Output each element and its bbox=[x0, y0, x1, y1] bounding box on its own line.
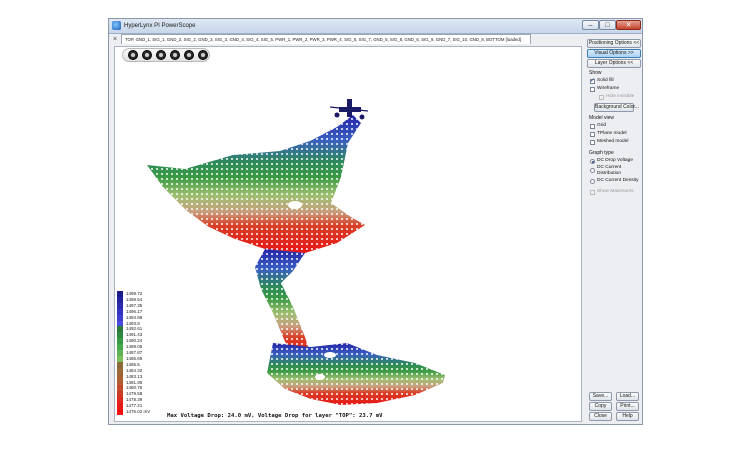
voltage-drop-3d-model bbox=[147, 99, 445, 405]
voltage-drop-status: Max Voltage Drop: 24.0 mV, Voltage Drop … bbox=[167, 413, 383, 419]
powerscope-window: HyperLynx PI PowerScope – □ ✕ × TOP, GND… bbox=[108, 18, 643, 425]
minimize-button[interactable]: – bbox=[582, 20, 599, 30]
dc-current-density-radio[interactable] bbox=[590, 179, 595, 184]
solid-fill-checkbox[interactable] bbox=[590, 77, 595, 84]
app-icon bbox=[112, 21, 121, 30]
solid-fill-label: Solid fill bbox=[597, 78, 614, 83]
grid-checkbox[interactable] bbox=[590, 124, 595, 129]
hide-invisible-label: Hide invisible bbox=[606, 94, 635, 99]
window-title: HyperLynx PI PowerScope bbox=[124, 23, 196, 29]
connector-component bbox=[329, 99, 369, 120]
wireframe-label: Wireframe bbox=[597, 86, 620, 91]
visual-options-button[interactable]: Visual Options >> bbox=[587, 49, 641, 58]
dc-current-distribution-label-2: Distribution bbox=[597, 171, 621, 176]
help-button[interactable]: Help bbox=[616, 412, 639, 421]
background-color-button[interactable]: Background Color... bbox=[594, 103, 639, 112]
legend-entry: 1476.02 mV bbox=[117, 409, 167, 417]
show-section-label: Show bbox=[589, 70, 602, 76]
close-window-button[interactable]: ✕ bbox=[616, 20, 641, 30]
wireframe-checkbox[interactable] bbox=[590, 87, 595, 92]
grid-label: Grid bbox=[597, 123, 607, 128]
dc-drop-voltage-radio[interactable] bbox=[590, 159, 595, 164]
dc-drop-voltage-label: DC Drop Voltage bbox=[597, 158, 633, 163]
tab-layer-stack[interactable]: TOP, GND_1, SIG_1, GND_2, SIG_2, GND_3, … bbox=[121, 34, 531, 44]
positioning-options-button[interactable]: Positioning Options << bbox=[587, 39, 641, 48]
maximize-button[interactable]: □ bbox=[599, 20, 616, 30]
tab-close-icon[interactable]: × bbox=[113, 35, 117, 44]
dc-current-density-label: DC Current Density bbox=[597, 178, 639, 183]
load-button[interactable]: Load... bbox=[616, 392, 639, 401]
print-button[interactable]: Print... bbox=[616, 402, 639, 411]
hide-invisible-checkbox[interactable] bbox=[599, 95, 604, 100]
copy-button[interactable]: Copy bbox=[589, 402, 612, 411]
model-view-label: Model view bbox=[589, 115, 615, 121]
graph-type-label: Graph type bbox=[589, 150, 614, 156]
show-maximums-checkbox[interactable] bbox=[590, 190, 595, 195]
close-button[interactable]: Close bbox=[589, 412, 612, 421]
meshed-model-label: Meshed model bbox=[597, 139, 629, 144]
tab-bar: × TOP, GND_1, SIG_1, GND_2, SIG_2, GND_3… bbox=[109, 34, 579, 45]
tplane-model-checkbox[interactable] bbox=[590, 132, 595, 137]
legend-value: 1476.02 mV bbox=[126, 409, 151, 415]
legend-swatch bbox=[117, 409, 123, 416]
dc-current-distribution-radio[interactable] bbox=[590, 168, 595, 173]
tplane-model-label: TPlane model bbox=[597, 131, 627, 136]
3d-viewport[interactable]: 1499.72 1498.54 1497.35 1496.17 1494.98 1493.… bbox=[114, 46, 582, 422]
layer-options-button[interactable]: Layer Options << bbox=[587, 59, 641, 68]
options-panel: Positioning Options << Visual Options >>… bbox=[587, 39, 642, 424]
meshed-model-checkbox[interactable] bbox=[590, 140, 595, 145]
title-bar[interactable]: HyperLynx PI PowerScope – □ ✕ bbox=[109, 19, 642, 34]
show-maximums-label: Show Maximums bbox=[597, 189, 634, 194]
voltage-legend: 1499.72 1498.54 1497.35 1496.17 1494.98 1493.… bbox=[117, 291, 167, 417]
save-button[interactable]: Save... bbox=[589, 392, 612, 401]
